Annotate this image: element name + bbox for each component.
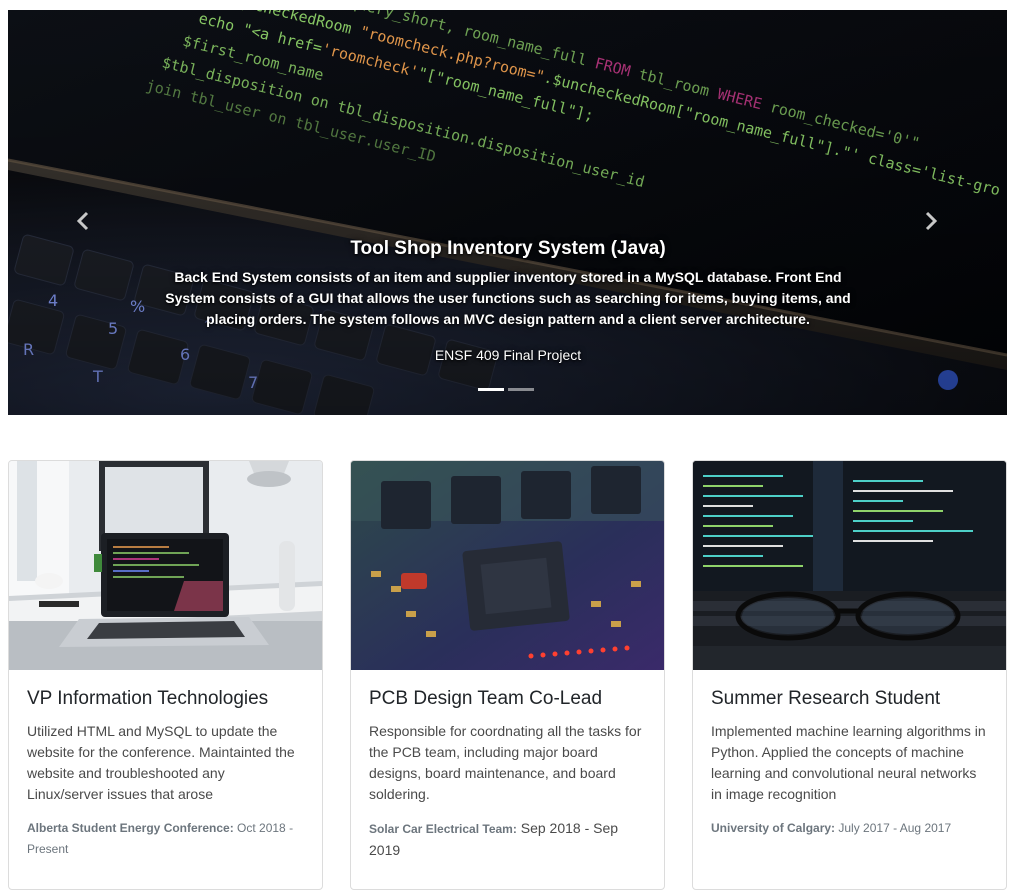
card-text: Utilized HTML and MySQL to update the we… <box>27 723 295 802</box>
experience-card: VP Information Technologies Utilized HTM… <box>8 460 323 890</box>
card-footer: Alberta Student Energy Conference: Oct 2… <box>27 818 304 860</box>
glasses-monitor-photo <box>693 461 1006 670</box>
card-footer: Solar Car Electrical Team: Sep 2018 - Se… <box>369 818 646 862</box>
card-dates: July 2017 - Aug 2017 <box>835 821 952 835</box>
carousel-description: Back End System consists of an item and … <box>165 269 851 327</box>
circuit-board-photo <box>351 461 664 670</box>
carousel-caption: Tool Shop Inventory System (Java) Back E… <box>158 238 858 364</box>
card-org: Solar Car Electrical Team: <box>369 822 517 836</box>
project-carousel: ($mysqli, "SELECT * $sql = mysql_query_s… <box>8 10 1007 415</box>
carousel-indicator-1[interactable] <box>478 388 504 391</box>
carousel-subtitle: ENSF 409 Final Project <box>434 347 582 363</box>
chevron-right-icon <box>925 211 938 231</box>
card-footer: University of Calgary: July 2017 - Aug 2… <box>711 818 988 839</box>
card-text: Implemented machine learning algorithms … <box>711 723 986 802</box>
card-org: University of Calgary: <box>711 821 836 835</box>
carousel-prev-button[interactable] <box>58 196 108 246</box>
carousel-next-button[interactable] <box>906 196 956 246</box>
chevron-left-icon <box>76 211 89 231</box>
card-org: Alberta Student Energy Conference: <box>27 821 234 835</box>
experience-card: PCB Design Team Co-Lead Responsible for … <box>350 460 665 890</box>
card-title: Summer Research Student <box>711 688 941 709</box>
experience-card: Summer Research Student Implemented mach… <box>692 460 1007 890</box>
carousel-title: Tool Shop Inventory System (Java) <box>350 238 666 259</box>
carousel-indicator-2[interactable] <box>508 388 534 391</box>
card-text: Responsible for coordnating all the task… <box>369 723 642 802</box>
laptop-desk-photo <box>9 461 322 670</box>
card-title: PCB Design Team Co-Lead <box>369 688 603 709</box>
card-title: VP Information Technologies <box>27 688 269 709</box>
carousel-indicators <box>478 388 534 391</box>
